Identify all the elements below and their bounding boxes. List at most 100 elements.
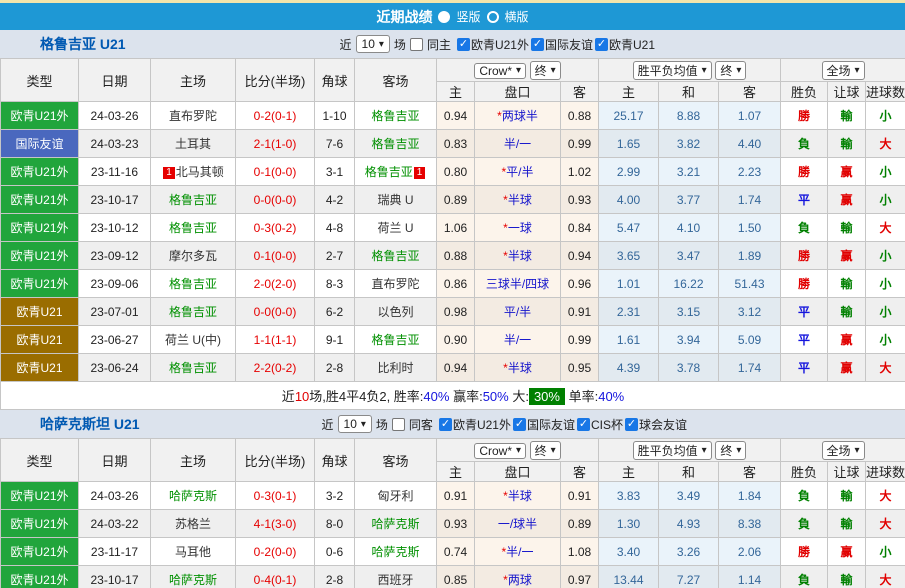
- mean-draw-cell: 3.21: [658, 157, 719, 186]
- result-cell: 勝: [780, 269, 829, 298]
- league-checkbox[interactable]: ✓: [594, 37, 608, 51]
- wdl-mean-select[interactable]: 胜平负均值 ▾: [632, 60, 712, 80]
- home-odds-cell: 1.06: [436, 213, 475, 242]
- summary-segment: 30%: [528, 388, 565, 405]
- score-cell: 0-3(0-1): [235, 481, 315, 510]
- away-team-cell: 格鲁吉亚 1: [354, 157, 437, 186]
- result-cell: 負: [780, 565, 829, 588]
- mean-home-cell: 4.39: [598, 353, 659, 382]
- home-team-cell: 格鲁吉亚: [150, 269, 236, 298]
- goals-result-cell: 小: [865, 241, 905, 270]
- league-label: 欧青U21: [608, 37, 655, 52]
- team-title: 哈萨克斯坦 U21: [40, 416, 140, 432]
- handicap-cell: 半/一: [474, 129, 561, 158]
- corner-cell: 2-7: [314, 241, 355, 270]
- col-date: 日期: [78, 438, 151, 482]
- league-checkbox[interactable]: ✓: [438, 417, 452, 431]
- col-result: 胜负: [780, 461, 829, 482]
- odds-final-select[interactable]: 终 ▾: [529, 440, 561, 460]
- corner-cell: 2-8: [314, 353, 355, 382]
- away-odds-cell: 0.99: [560, 325, 599, 354]
- odds-final-select[interactable]: 终 ▾: [529, 60, 561, 80]
- chevron-down-icon: ▾: [515, 445, 522, 456]
- home-odds-cell: 0.94: [436, 353, 475, 382]
- games-count-select[interactable]: 10 ▾: [337, 415, 372, 433]
- away-odds-cell: 1.08: [560, 537, 599, 566]
- away-odds-cell: 0.89: [560, 509, 599, 538]
- home-odds-cell: 0.74: [436, 537, 475, 566]
- section-header-georgia: 格鲁吉亚 U21 近 10 ▾ 场 同主 ✓ 欧青U21外 ✓ 国际友谊 ✓ 欧青U21: [0, 30, 905, 58]
- handicap-cell: 三球半/四球: [474, 269, 561, 298]
- chevron-down-icon: ▾: [701, 444, 707, 456]
- handicap-result-cell: 輸: [827, 269, 867, 298]
- mean-draw-cell: 16.22: [658, 269, 719, 298]
- home-odds-cell: 0.85: [436, 565, 475, 588]
- mean-draw-cell: 4.10: [658, 213, 719, 242]
- result-cell: 勝: [780, 157, 829, 186]
- chevron-down-icon: ▾: [854, 444, 860, 456]
- result-cell: 勝: [780, 241, 829, 270]
- games-count-select[interactable]: 10 ▾: [355, 35, 390, 53]
- away-odds-cell: 0.91: [560, 297, 599, 326]
- same-venue-checkbox[interactable]: [391, 417, 405, 431]
- scope-select[interactable]: 全场 ▾: [821, 440, 865, 460]
- match-date-cell: 23-09-06: [78, 269, 151, 298]
- same-venue-checkbox[interactable]: [409, 37, 423, 51]
- mean-away-cell: 1.74: [717, 185, 782, 214]
- col-handicap-result: 让球: [827, 81, 867, 102]
- col-score: 比分(半场): [235, 58, 315, 102]
- home-odds-cell: 0.93: [436, 509, 475, 538]
- wdl-final-select[interactable]: 终 ▾: [715, 60, 747, 80]
- handicap-cell: *半球: [474, 353, 561, 382]
- league-filter-group: ✓ 欧青U21外 ✓ 国际友谊 ✓ CIS杯 ✓ 球会友谊: [437, 416, 687, 433]
- league-checkbox[interactable]: ✓: [456, 37, 470, 51]
- match-date-cell: 23-10-12: [78, 213, 151, 242]
- result-cell: 平: [780, 185, 829, 214]
- wdl-dropdown-group: 胜平负均值 ▾ 终 ▾: [597, 438, 782, 462]
- handicap-cell: *平/半: [474, 157, 561, 186]
- league-checkbox[interactable]: ✓: [576, 417, 590, 431]
- col-corner: 角球: [314, 58, 355, 102]
- vertical-layout-radio[interactable]: [438, 10, 451, 23]
- mean-draw-cell: 3.77: [658, 185, 719, 214]
- section-header-kazakhstan: 哈萨克斯坦 U21 近 10 ▾ 场 同客 ✓ 欧青U21外 ✓ 国际友谊 ✓ CIS杯 ✓ 球…: [0, 410, 905, 438]
- mean-home-cell: 13.44: [598, 565, 659, 588]
- match-type-cell: 欧青U21外: [0, 269, 79, 298]
- match-date-cell: 24-03-23: [78, 129, 151, 158]
- horizontal-layout-radio[interactable]: [486, 10, 499, 23]
- wdl-final-select[interactable]: 终 ▾: [715, 440, 747, 460]
- chevron-down-icon: ▾: [550, 64, 556, 76]
- odds-dropdown-group: Crow* ▾ 终 ▾: [436, 438, 599, 462]
- match-date-cell: 23-09-12: [78, 241, 151, 270]
- match-type-cell: 欧青U21外: [0, 213, 79, 242]
- corner-cell: 6-2: [314, 297, 355, 326]
- league-checkbox[interactable]: ✓: [530, 37, 544, 51]
- match-row: 欧青U21 23-07-01 格鲁吉亚 0-0(0-0) 6-2 以色列 0.98 平/半 0.…: [0, 297, 905, 326]
- wdl-mean-select[interactable]: 胜平负均值 ▾: [632, 440, 712, 460]
- handicap-result-cell: 赢: [827, 185, 867, 214]
- goals-result-cell: 小: [865, 297, 905, 326]
- handicap-result-cell: 輸: [827, 565, 867, 588]
- handicap-result-cell: 輸: [827, 101, 867, 130]
- league-checkbox[interactable]: ✓: [512, 417, 526, 431]
- bookmaker-select[interactable]: Crow* ▾: [474, 442, 527, 459]
- chevron-down-icon: ▾: [378, 38, 384, 50]
- match-type-cell: 欧青U21外: [0, 241, 79, 270]
- match-row: 国际友谊 24-03-23 土耳其 2-1(1-0) 7-6 格鲁吉亚 0.83 半/一 0.9…: [0, 129, 905, 158]
- match-row: 欧青U21外 23-09-06 格鲁吉亚 2-0(2-0) 8-3 直布罗陀 0.86 三球半…: [0, 269, 905, 298]
- away-team-cell: 格鲁吉亚: [354, 129, 437, 158]
- league-checkbox[interactable]: ✓: [624, 417, 638, 431]
- score-cell: 2-0(2-0): [235, 269, 315, 298]
- same-venue-label: 同主: [426, 37, 451, 52]
- goals-result-cell: 大: [865, 565, 905, 588]
- home-team-cell: 1 北马其顿: [150, 157, 236, 186]
- match-type-cell: 欧青U21外: [0, 101, 79, 130]
- mean-draw-cell: 3.47: [658, 241, 719, 270]
- col-goals: 进球数: [865, 461, 905, 482]
- chevron-down-icon: ▾: [854, 64, 860, 76]
- goals-result-cell: 小: [865, 269, 905, 298]
- scope-select[interactable]: 全场 ▾: [821, 60, 865, 80]
- bookmaker-select[interactable]: Crow* ▾: [474, 62, 527, 79]
- result-cell: 平: [780, 297, 829, 326]
- corner-cell: 3-2: [314, 481, 355, 510]
